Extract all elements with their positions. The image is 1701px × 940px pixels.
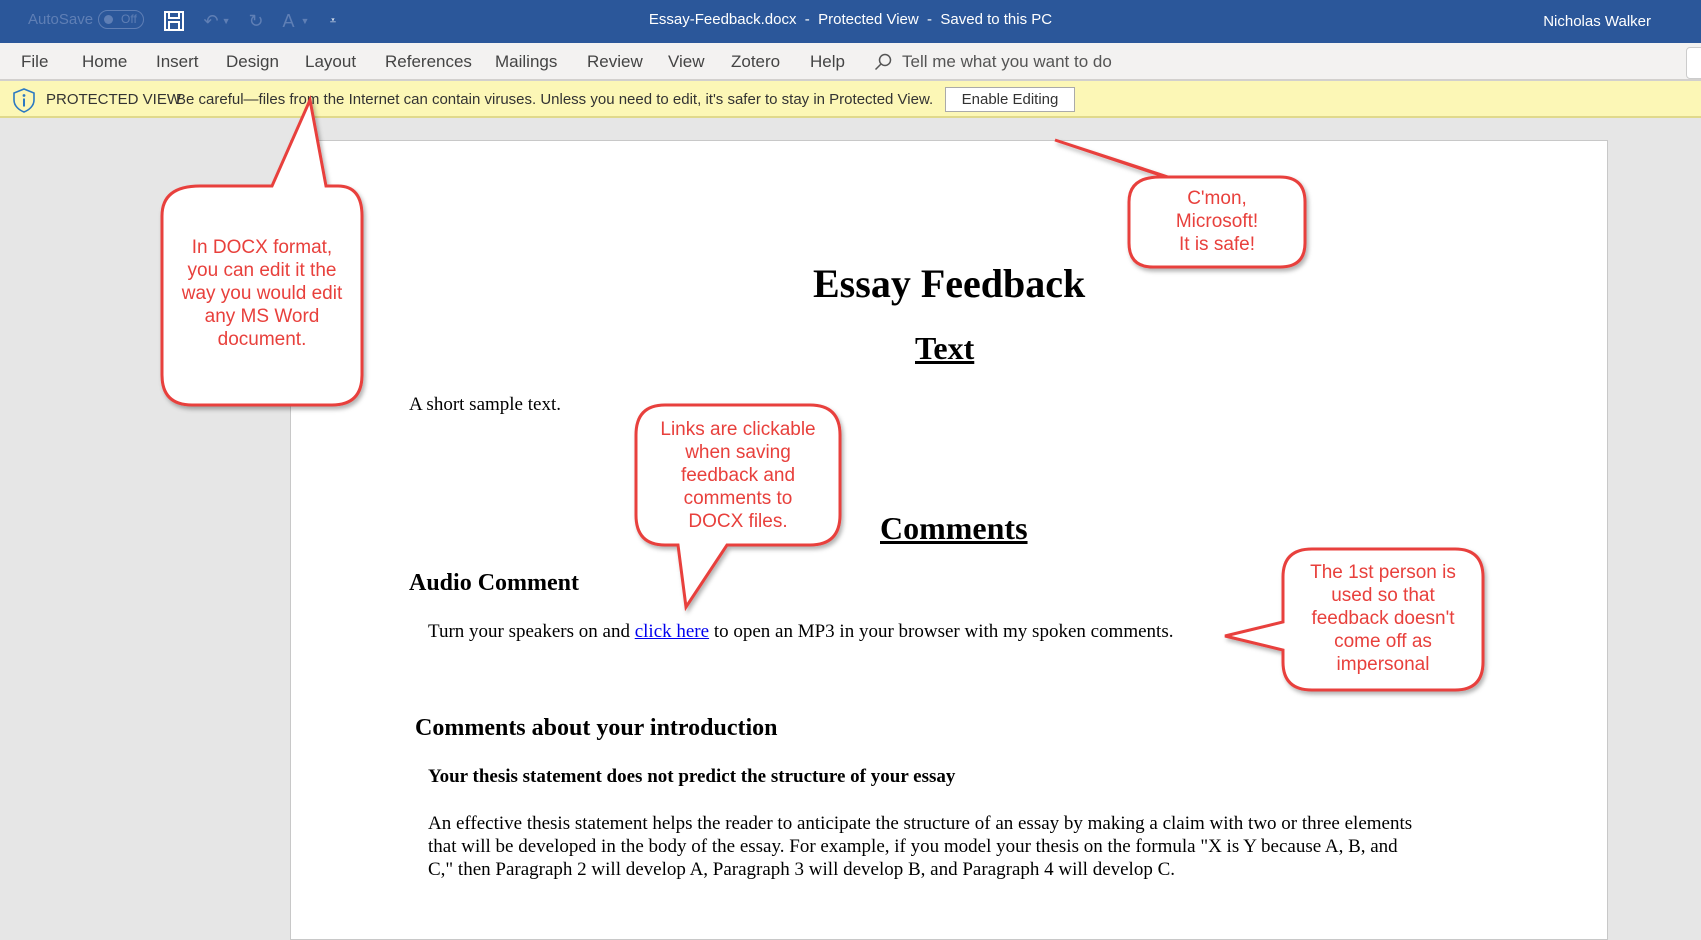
shield-info-icon xyxy=(11,87,37,118)
heading-intro-comments: Comments about your introduction xyxy=(415,715,778,741)
toggle-knob xyxy=(104,15,113,24)
callout-microsoft-text: C'mon, Microsoft! It is safe! xyxy=(1129,187,1305,256)
autosave-toggle[interactable]: Off xyxy=(98,10,144,29)
callout-line: used so that xyxy=(1331,585,1435,606)
tab-references[interactable]: References xyxy=(385,52,472,72)
callout-line: It is safe! xyxy=(1178,234,1256,255)
autosave-state: Off xyxy=(121,12,137,26)
enable-editing-button[interactable]: Enable Editing xyxy=(945,87,1075,112)
tell-me-placeholder: Tell me what you want to do xyxy=(902,52,1112,71)
callout-line: C'mon, xyxy=(1187,188,1247,209)
tab-review[interactable]: Review xyxy=(587,52,643,72)
callout-line: comments to xyxy=(683,488,793,509)
callout-first-person-text: The 1st person is used so that feedback … xyxy=(1283,561,1483,676)
spelling-icon[interactable]: A ▼ xyxy=(278,9,314,33)
callout-links-text: Links are clickable when saving feedback… xyxy=(636,418,840,533)
audio-comment-paragraph: Turn your speakers on and click here to … xyxy=(428,620,1173,643)
callout-line: feedback and xyxy=(680,465,796,486)
customize-quick-access-icon[interactable]: ⩡ xyxy=(326,9,340,33)
search-icon xyxy=(874,53,892,71)
heading-audio-comment: Audio Comment xyxy=(409,570,580,596)
heading-text: Text xyxy=(915,330,975,366)
audio-link[interactable]: click here xyxy=(635,621,709,642)
tab-insert[interactable]: Insert xyxy=(156,52,199,72)
callout-line: come off as xyxy=(1334,631,1432,652)
tab-home[interactable]: Home xyxy=(82,52,127,72)
callout-line: you can edit it the xyxy=(187,260,337,281)
redo-icon[interactable]: ↻ xyxy=(244,9,268,33)
undo-icon[interactable]: ↶ ▼ xyxy=(200,9,234,33)
callout-line: In DOCX format, xyxy=(191,237,333,258)
tab-view[interactable]: View xyxy=(668,52,705,72)
protected-view-title: PROTECTED VIEW xyxy=(46,91,182,108)
title-bar: AutoSave Off ↶ ▼ ↻ A ▼ ⩡ Essay-Feedback.do… xyxy=(0,0,1701,43)
tab-zotero[interactable]: Zotero xyxy=(731,52,780,72)
audio-text-after: to open an MP3 in your browser with my s… xyxy=(709,621,1174,642)
callout-line: The 1st person is xyxy=(1310,562,1456,583)
callout-line: way you would edit xyxy=(181,283,343,304)
ribbon-tabs: File Home Insert Design Layout Reference… xyxy=(0,43,1701,81)
thesis-line-1: An effective thesis statement helps the … xyxy=(428,813,1413,834)
callout-line: Microsoft! xyxy=(1175,211,1259,232)
callout-line: feedback doesn't xyxy=(1311,608,1455,629)
thesis-heading: Your thesis statement does not predict t… xyxy=(428,766,956,787)
autosave-label: AutoSave xyxy=(28,11,94,28)
tab-help[interactable]: Help xyxy=(810,52,845,72)
audio-text-before: Turn your speakers on and xyxy=(428,621,635,642)
document-title: Essay-Feedback.docx - Protected View - S… xyxy=(648,11,1053,28)
callout-line: impersonal xyxy=(1336,654,1430,675)
share-button[interactable] xyxy=(1686,47,1701,79)
user-name[interactable]: Nicholas Walker xyxy=(1543,13,1651,30)
callout-line: document. xyxy=(217,329,307,350)
thesis-line-2: that will be developed in the body of th… xyxy=(428,836,1398,857)
protected-view-message: Be careful—files from the Internet can c… xyxy=(176,91,934,108)
tab-layout[interactable]: Layout xyxy=(305,52,356,72)
tell-me-search[interactable]: Tell me what you want to do xyxy=(874,52,1112,72)
tab-file[interactable]: File xyxy=(21,52,48,72)
sample-text: A short sample text. xyxy=(409,394,561,415)
callout-line: Links are clickable xyxy=(660,419,816,440)
callout-line: DOCX files. xyxy=(688,511,788,532)
callout-docx-text: In DOCX format, you can edit it the way … xyxy=(162,236,362,351)
document-title-heading: Essay Feedback xyxy=(813,261,1086,306)
callout-line: when saving xyxy=(685,442,791,463)
protected-view-bar: PROTECTED VIEW Be careful—files from the… xyxy=(0,81,1701,118)
callout-line: any MS Word xyxy=(204,306,320,327)
heading-comments: Comments xyxy=(880,510,1028,546)
save-icon[interactable] xyxy=(162,9,186,33)
thesis-line-3: C," then Paragraph 2 will develop A, Par… xyxy=(428,859,1176,880)
tab-design[interactable]: Design xyxy=(226,52,279,72)
tab-mailings[interactable]: Mailings xyxy=(495,52,557,72)
